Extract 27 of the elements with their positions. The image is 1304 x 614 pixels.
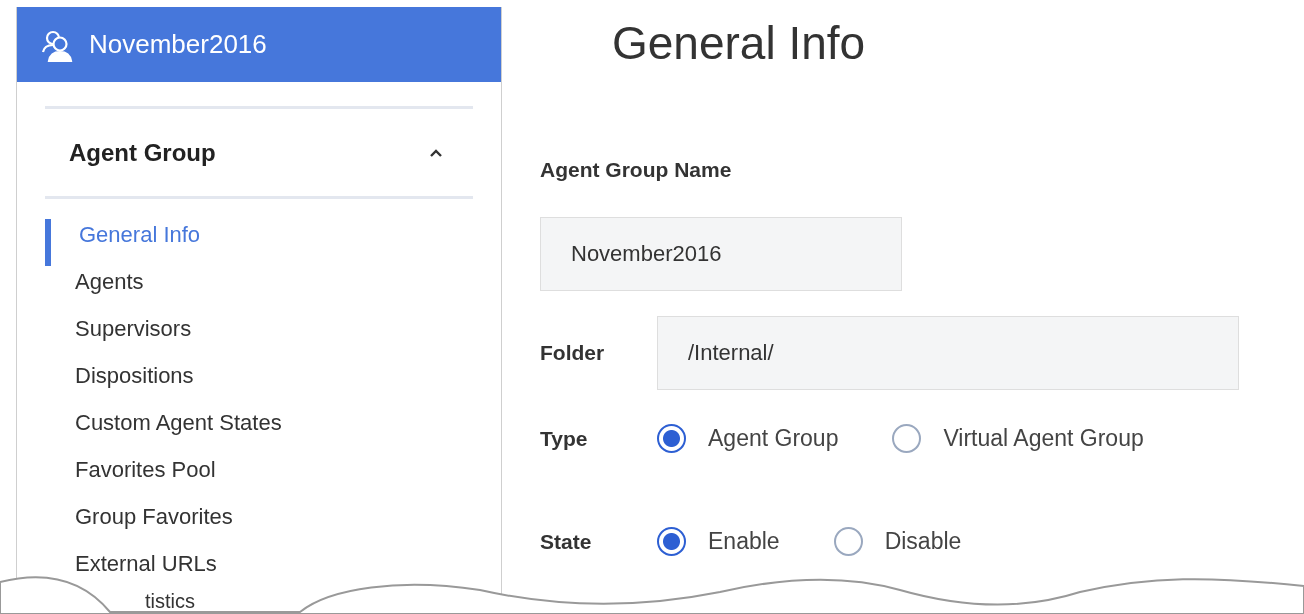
page-title: General Info xyxy=(612,16,867,70)
sidebar-item[interactable]: General Info xyxy=(45,219,201,266)
caret-icon[interactable] xyxy=(429,147,443,158)
option-label: Virtual Agent Group xyxy=(943,425,1144,452)
field-label: State xyxy=(540,529,593,554)
sidebar-item[interactable]: tistics xyxy=(145,591,195,611)
option-label: Enable xyxy=(708,528,780,555)
sidebar-item[interactable]: Group Favorites xyxy=(75,501,233,548)
radio-button[interactable] xyxy=(657,527,686,556)
field-label: Folder xyxy=(540,341,606,365)
radio-button[interactable] xyxy=(657,424,686,453)
field-label: Type xyxy=(540,426,589,451)
option-label: Agent Group xyxy=(708,425,839,452)
radio-button[interactable] xyxy=(833,527,863,556)
section-title: Agent Group xyxy=(69,138,216,167)
sidebar-item[interactable]: Custom Agent States xyxy=(75,407,282,454)
sidebar-item[interactable]: Supervisors xyxy=(75,313,192,360)
sidebar-item[interactable]: Dispositions xyxy=(75,360,194,407)
section-header[interactable]: Agent Group xyxy=(45,109,473,196)
sidebar-item[interactable]: Agents xyxy=(75,266,144,313)
folder-field[interactable]: /Internal/ xyxy=(657,316,1239,390)
option-label: Disable xyxy=(884,528,962,555)
radio-button[interactable] xyxy=(892,424,922,453)
group-title: November2016 xyxy=(89,29,267,60)
sidebar-item[interactable]: Favorites Pool xyxy=(75,454,216,501)
name-field[interactable]: November2016 xyxy=(540,217,902,291)
field-label: Agent Group Name xyxy=(540,158,733,182)
